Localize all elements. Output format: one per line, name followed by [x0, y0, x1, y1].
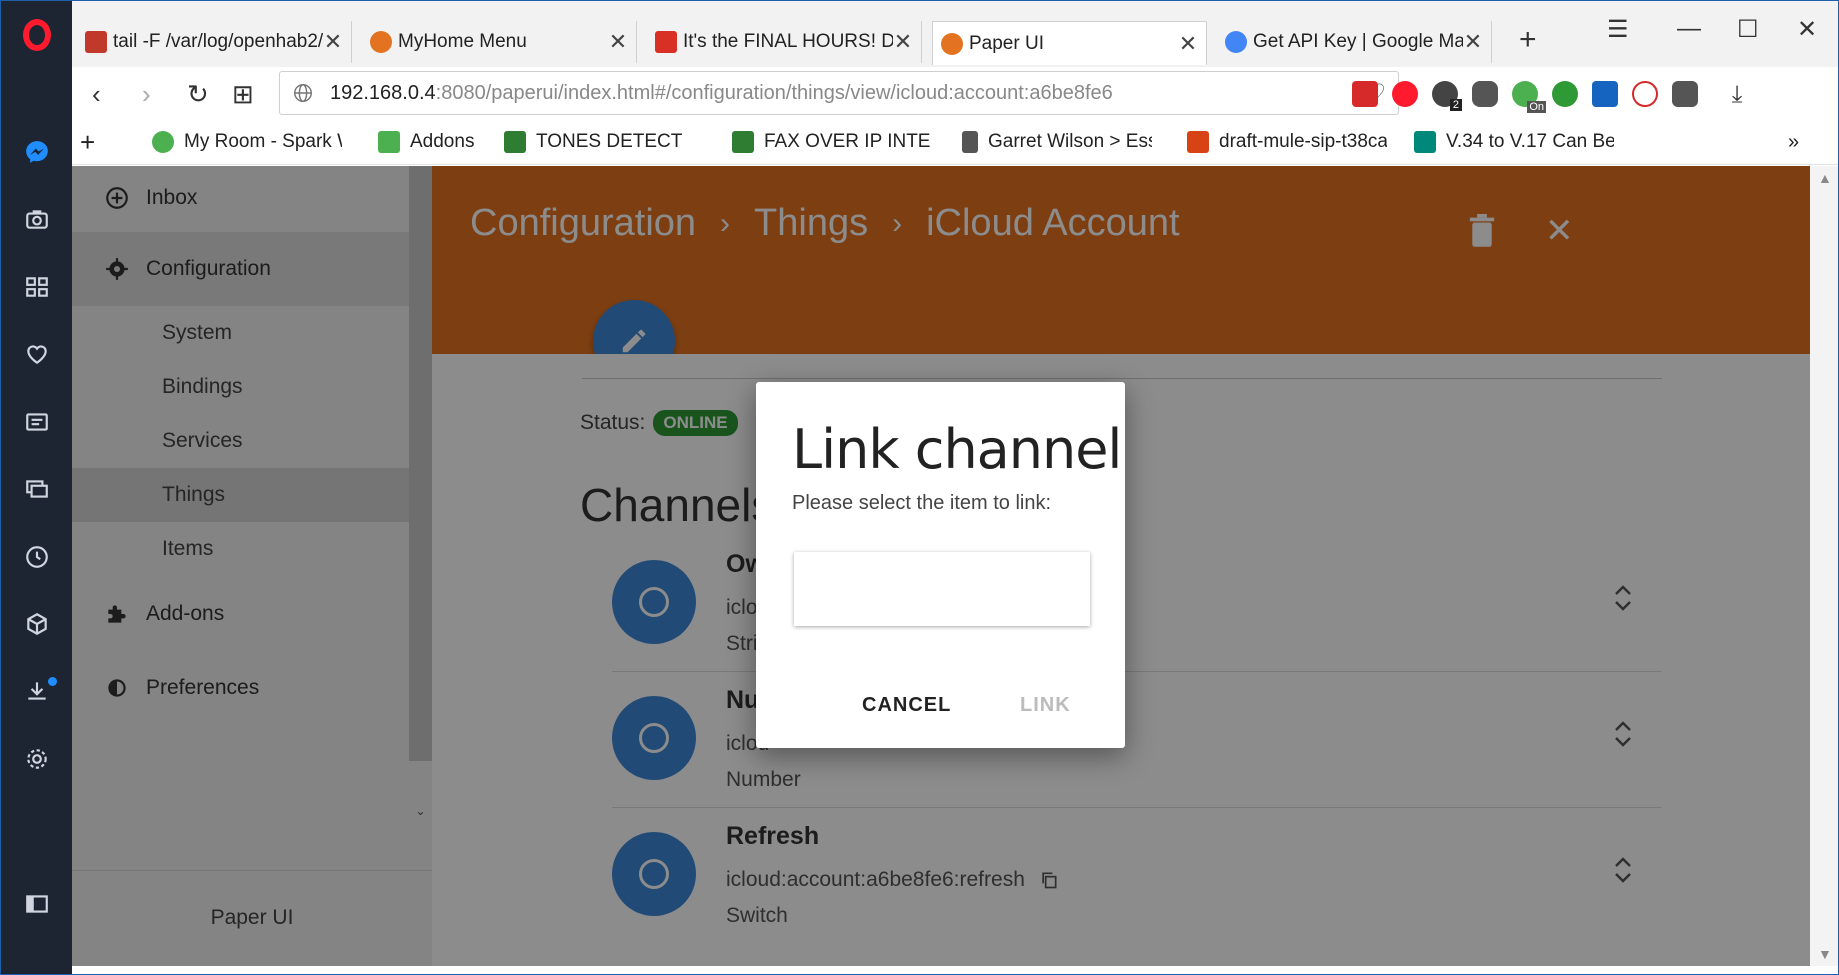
history-icon[interactable]	[24, 544, 50, 570]
tabs-icon[interactable]	[24, 476, 50, 502]
globe-icon	[292, 82, 314, 104]
bookmark-my-room[interactable]: My Room - Spark W	[152, 131, 342, 153]
opera-logo-icon[interactable]	[23, 19, 51, 51]
close-tab-icon[interactable]: ✕	[1463, 29, 1483, 55]
download-toolbar-icon[interactable]: ⤓	[1724, 81, 1750, 108]
url-field[interactable]: 192.168.0.4 :8080/paperui/index.html#/co…	[279, 71, 1399, 115]
add-bookmark-icon[interactable]: +	[80, 127, 95, 158]
site-icon	[1414, 131, 1436, 153]
tab-paper-ui[interactable]: Paper UI ✕	[932, 21, 1207, 65]
tab-google-maps-api[interactable]: Get API Key | Google Ma ✕	[1217, 21, 1492, 63]
downloads-icon[interactable]	[24, 678, 50, 704]
close-tab-icon[interactable]: ✕	[608, 29, 628, 55]
binoculars-icon[interactable]	[1472, 81, 1498, 107]
new-tab-icon[interactable]: +	[1519, 23, 1537, 57]
gmail-icon	[655, 31, 677, 53]
page-scrollbar[interactable]: ▲ ▼	[1810, 166, 1838, 966]
bookmark-addons[interactable]: Addons	[378, 131, 474, 153]
more-bookmarks-icon[interactable]: »	[1788, 131, 1799, 154]
extensions-box-icon[interactable]	[24, 611, 50, 637]
tab-gmail[interactable]: It's the FINAL HOURS! Do ✕	[647, 21, 922, 63]
speed-dial-icon[interactable]	[24, 274, 50, 300]
tab-myhome-menu[interactable]: MyHome Menu ✕	[362, 21, 637, 63]
terminal-icon	[85, 31, 107, 53]
bookmark-garret-wilson[interactable]: Garret Wilson > Essa	[962, 131, 1152, 153]
cancel-button[interactable]: CANCEL	[862, 694, 951, 717]
puzzle-icon	[378, 131, 400, 153]
link-channel-dialog: Link channel Please select the item to l…	[756, 382, 1125, 748]
bookmark-tones-detection[interactable]: TONES DETECTION (	[504, 131, 684, 153]
bookmark-draft-mule-sip[interactable]: draft-mule-sip-t38ca	[1187, 131, 1387, 153]
opera-vpn-icon[interactable]	[1392, 81, 1418, 107]
bookmarks-bar: + My Room - Spark W Addons TONES DETECTI…	[72, 125, 1838, 165]
messenger-icon[interactable]	[24, 139, 50, 165]
opera-sidebar	[1, 1, 72, 974]
reload-icon[interactable]: ↻	[187, 79, 209, 110]
item-select-input[interactable]	[794, 552, 1090, 626]
address-bar: ‹ › ↻ ⊞ 192.168.0.4 :8080/paperui/index.…	[72, 67, 1838, 119]
minimize-icon[interactable]: —	[1677, 15, 1701, 43]
scroll-up-icon[interactable]: ▲	[1818, 170, 1832, 186]
id-extension-icon[interactable]	[1552, 81, 1578, 107]
tab-tail-log[interactable]: tail -F /var/log/openhab2/ ✕	[77, 21, 352, 63]
lastpass-icon[interactable]	[1352, 81, 1378, 107]
spark-icon	[152, 131, 174, 153]
dialog-title: Link channel	[792, 418, 1122, 481]
site-icon	[504, 131, 526, 153]
back-icon[interactable]: ‹	[92, 79, 101, 110]
id-html-icon	[1187, 131, 1209, 153]
news-icon[interactable]	[24, 409, 50, 435]
google-icon	[1225, 31, 1247, 53]
camera-icon[interactable]	[24, 206, 50, 232]
tab-grid-icon[interactable]: ⊞	[232, 79, 254, 110]
online-status-icon[interactable]: On	[1512, 81, 1546, 113]
maximize-icon[interactable]: ☐	[1737, 15, 1759, 44]
dialog-subtitle: Please select the item to link:	[792, 492, 1052, 514]
bookmark-fax-over-ip[interactable]: FAX OVER IP INTERO	[732, 131, 932, 153]
forward-icon[interactable]: ›	[142, 79, 151, 110]
triangle-extension-icon[interactable]	[1632, 81, 1658, 107]
link-button[interactable]: LINK	[1020, 694, 1071, 717]
close-tab-icon[interactable]: ✕	[893, 29, 913, 55]
extension-counter-icon[interactable]: 2	[1432, 81, 1462, 111]
location-pin-icon[interactable]	[1672, 81, 1698, 107]
news-extension-icon[interactable]	[1592, 81, 1618, 107]
scroll-down-icon[interactable]: ▼	[1818, 946, 1832, 962]
sidebar-toggle-icon[interactable]	[24, 891, 50, 917]
tab-menu-icon[interactable]: ☰	[1607, 15, 1629, 44]
close-window-icon[interactable]: ✕	[1797, 15, 1817, 44]
paper-ui-page: Inbox Configuration System Bindings Serv…	[72, 166, 1810, 966]
openhab-icon	[370, 31, 392, 53]
openhab-icon	[941, 32, 963, 55]
close-tab-icon[interactable]: ✕	[323, 29, 343, 55]
downloads-dot	[48, 677, 57, 686]
browser-window: tail -F /var/log/openhab2/ ✕ MyHome Menu…	[0, 0, 1839, 975]
site-icon	[732, 131, 754, 153]
settings-icon[interactable]	[24, 746, 50, 772]
heart-icon[interactable]	[24, 341, 50, 367]
document-icon	[962, 131, 978, 153]
close-tab-icon[interactable]: ✕	[1178, 31, 1198, 57]
bookmark-v34-to-v17[interactable]: V.34 to V.17 Can Be	[1414, 131, 1614, 153]
